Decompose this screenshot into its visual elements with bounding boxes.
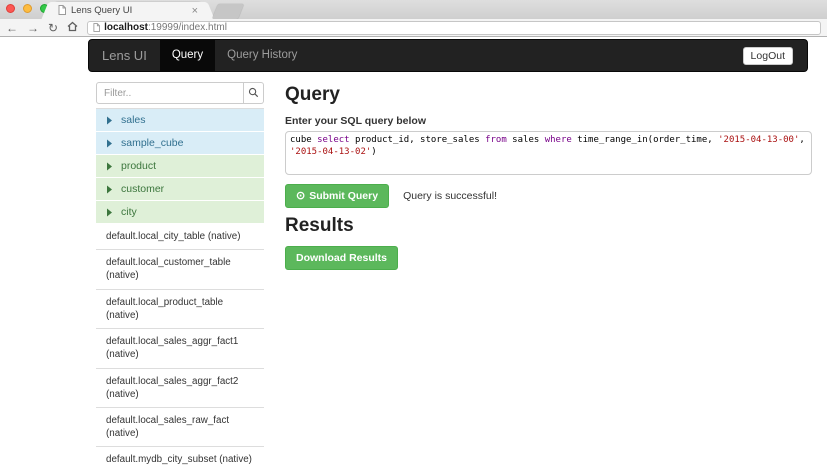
chevron-right-icon	[106, 116, 113, 125]
chevron-right-icon	[106, 208, 113, 217]
top-navbar: Lens UI Query Query History LogOut	[88, 39, 808, 72]
submit-query-button[interactable]: ⊙ Submit Query	[285, 184, 389, 208]
results-title: Results	[285, 215, 812, 237]
sidebar-item-city[interactable]: city	[96, 201, 264, 224]
submit-row: ⊙ Submit Query Query is successful!	[285, 184, 812, 208]
search-icon	[248, 86, 259, 101]
filter-input[interactable]	[96, 82, 244, 104]
url-page-icon	[93, 19, 100, 37]
tab-title: Lens Query UI	[71, 5, 187, 16]
chevron-right-icon	[106, 139, 113, 148]
sidebar-item-customer[interactable]: customer	[96, 178, 264, 201]
cube-label: sales	[121, 114, 146, 126]
window-controls	[6, 4, 49, 13]
sql-query-input[interactable]: cube select product_id, store_sales from…	[285, 131, 812, 175]
window-minimize-button[interactable]	[23, 4, 32, 13]
refresh-icon[interactable]: ↻	[48, 20, 58, 36]
cube-label: customer	[121, 183, 164, 195]
sidebar-item-sample-cube[interactable]: sample_cube	[96, 132, 264, 155]
browser-tabstrip: Lens Query UI ×	[0, 0, 827, 19]
cube-list: sales sample_cube product customer city …	[96, 108, 264, 472]
filter-group	[96, 82, 264, 104]
url-path: :19999/index.html	[148, 22, 227, 33]
sidebar-item-table[interactable]: default.mydb_city_subset (native)	[96, 447, 264, 472]
sidebar-item-table[interactable]: default.local_city_table (native)	[96, 224, 264, 250]
submit-query-label: Submit Query	[309, 190, 378, 202]
new-tab-button[interactable]	[212, 4, 244, 19]
browser-tab[interactable]: Lens Query UI ×	[52, 2, 204, 19]
logout-button[interactable]: LogOut	[743, 47, 793, 65]
brand-lens-ui[interactable]: Lens UI	[89, 40, 160, 71]
back-icon[interactable]: ←	[6, 20, 18, 36]
browser-toolbar: ← → ↻ localhost:19999/index.html	[0, 19, 827, 37]
page-icon	[58, 2, 66, 20]
sidebar-item-sales[interactable]: sales	[96, 109, 264, 132]
tab-close-icon[interactable]: ×	[192, 6, 198, 16]
page-title: Query	[285, 84, 812, 106]
nav-tab-query[interactable]: Query	[160, 40, 215, 71]
sql-query-label: Enter your SQL query below	[285, 115, 812, 127]
cube-label: city	[121, 206, 137, 218]
chevron-right-icon	[106, 185, 113, 194]
url-text: localhost:19999/index.html	[104, 22, 227, 33]
sidebar-item-table[interactable]: default.local_product_table (native)	[96, 290, 264, 329]
main-content: Query Enter your SQL query below cube se…	[285, 84, 812, 270]
download-results-label: Download Results	[296, 252, 387, 264]
play-circle-icon: ⊙	[296, 191, 305, 201]
home-icon[interactable]	[67, 20, 78, 36]
sidebar-item-table[interactable]: default.local_customer_table (native)	[96, 250, 264, 289]
nav-tab-query-history[interactable]: Query History	[215, 40, 309, 71]
cube-label: product	[121, 160, 156, 172]
address-bar[interactable]: localhost:19999/index.html	[87, 21, 821, 35]
download-results-button[interactable]: Download Results	[285, 246, 398, 270]
sidebar: sales sample_cube product customer city …	[96, 82, 264, 472]
sidebar-item-table[interactable]: default.local_sales_aggr_fact1 (native)	[96, 329, 264, 368]
sidebar-item-product[interactable]: product	[96, 155, 264, 178]
forward-icon[interactable]: →	[27, 20, 39, 36]
url-host: localhost	[104, 22, 148, 33]
sidebar-item-table[interactable]: default.local_sales_aggr_fact2 (native)	[96, 369, 264, 408]
navbar-right: LogOut	[743, 40, 807, 71]
query-status-message: Query is successful!	[403, 190, 497, 202]
cube-label: sample_cube	[121, 137, 183, 149]
window-close-button[interactable]	[6, 4, 15, 13]
filter-search-button[interactable]	[244, 82, 264, 104]
chevron-right-icon	[106, 162, 113, 171]
app-page: Lens UI Query Query History LogOut sales…	[0, 37, 827, 471]
sidebar-item-table[interactable]: default.local_sales_raw_fact (native)	[96, 408, 264, 447]
